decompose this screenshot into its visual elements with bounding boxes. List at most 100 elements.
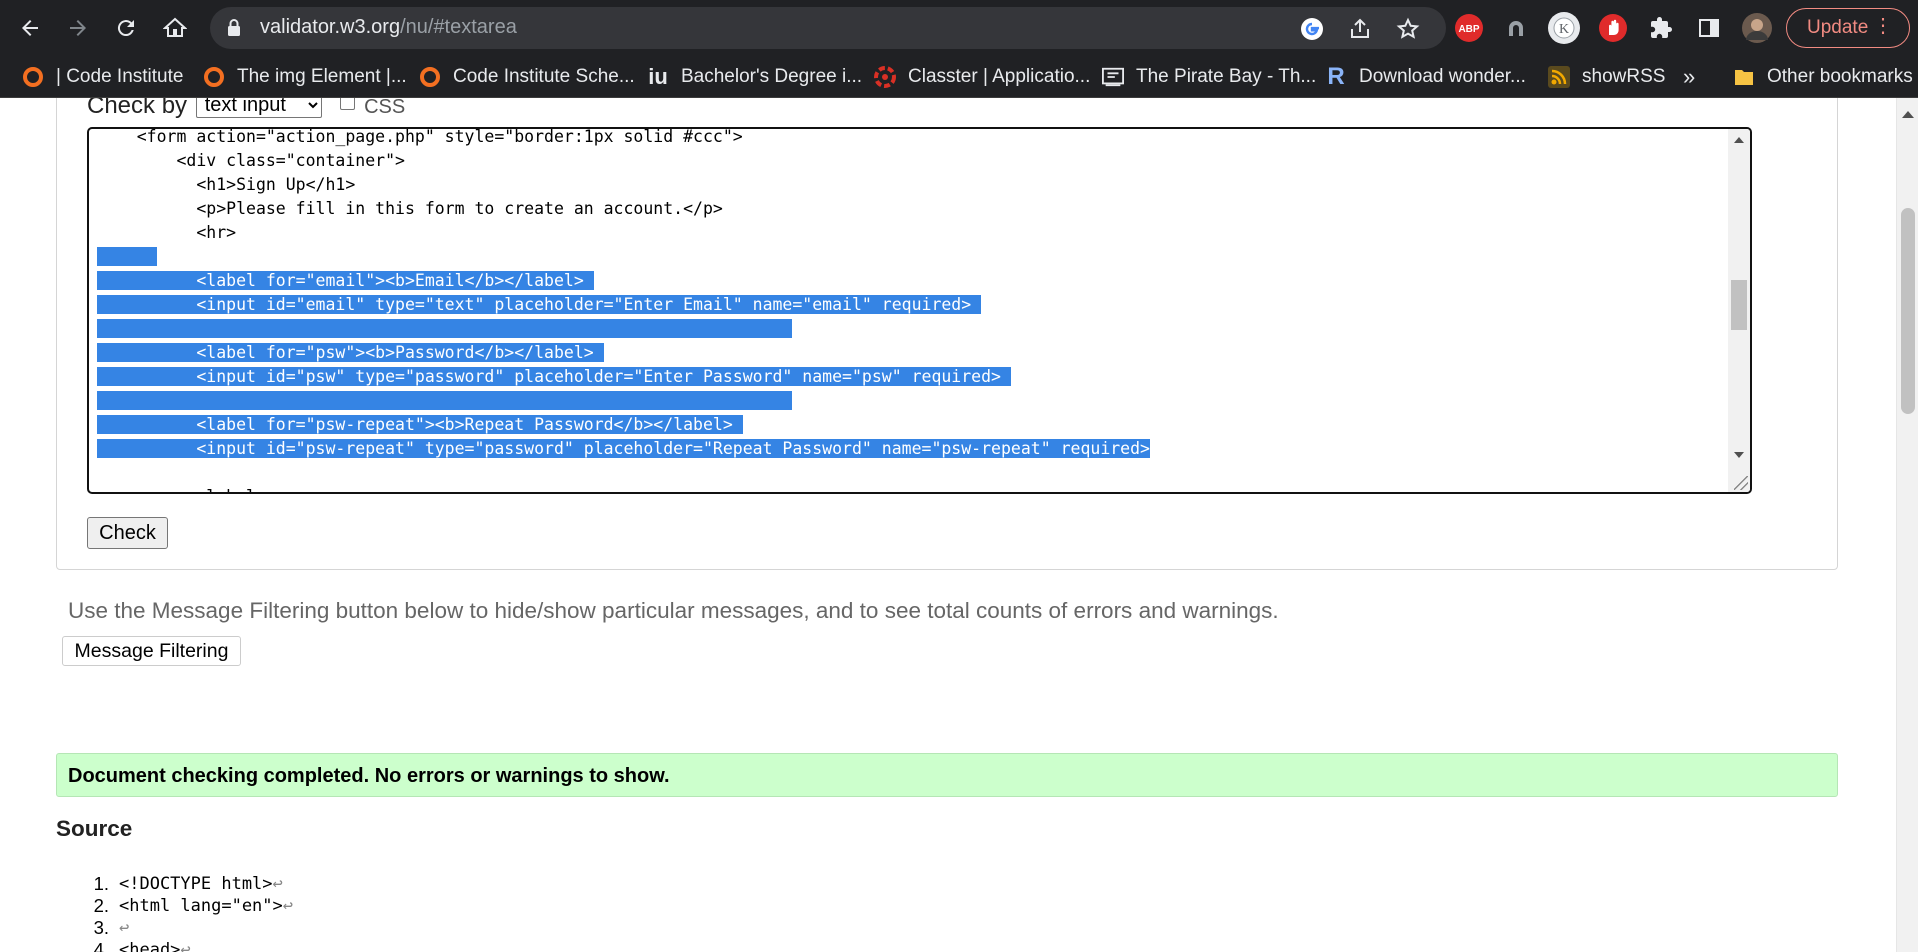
bookmark-pirate-bay[interactable]: The Pirate Bay - Th... bbox=[1102, 64, 1316, 90]
textarea-code: <form action="action_page.php" style="bo… bbox=[97, 129, 1150, 492]
source-line-number: 4. bbox=[93, 939, 109, 952]
source-line-text: <!DOCTYPE html> bbox=[119, 874, 273, 894]
forward-icon[interactable] bbox=[58, 8, 98, 48]
bookmark-download-wonder[interactable]: R Download wonder... bbox=[1325, 63, 1526, 90]
source-heading: Source bbox=[56, 816, 133, 841]
adblock-icon[interactable]: ABP bbox=[1450, 9, 1488, 47]
rss-icon bbox=[1548, 66, 1570, 88]
scroll-up-icon[interactable] bbox=[1902, 111, 1914, 118]
bookmark-classter[interactable]: Classter | Applicatio... bbox=[874, 64, 1090, 90]
scroll-down-icon[interactable] bbox=[1734, 452, 1744, 458]
check-button[interactable]: Check bbox=[87, 517, 168, 549]
avatar[interactable] bbox=[1738, 9, 1776, 47]
pirate-bay-icon bbox=[1102, 66, 1124, 88]
puzzle-icon[interactable] bbox=[1642, 9, 1680, 47]
code-line bbox=[97, 389, 1150, 413]
svg-text:ABP: ABP bbox=[1458, 24, 1479, 35]
message-filtering-note: Use the Message Filtering button below t… bbox=[68, 598, 1279, 623]
resize-grip-icon[interactable] bbox=[1734, 476, 1748, 490]
bookmark-bachelors-degree[interactable]: iu Bachelor's Degree i... bbox=[647, 64, 862, 90]
line-return-icon: ↩ bbox=[272, 874, 283, 894]
other-bookmarks[interactable]: Other bookmarks bbox=[1733, 64, 1913, 90]
message-filtering-button[interactable]: Message Filtering bbox=[62, 636, 241, 666]
code-line: <input id="psw" type="password" placehol… bbox=[97, 365, 1150, 389]
share-icon[interactable] bbox=[1346, 15, 1374, 43]
code-line-text: <input id="psw-repeat" type="password" p… bbox=[97, 439, 1150, 458]
sidepanel-icon[interactable] bbox=[1690, 9, 1728, 47]
browser-toolbar: validator.w3.org/nu/#textarea ABP K Upda… bbox=[0, 0, 1918, 56]
home-icon[interactable] bbox=[155, 8, 195, 48]
code-line: <label> bbox=[97, 485, 1150, 492]
code-line: <p>Please fill in this form to create an… bbox=[97, 197, 1150, 221]
classter-icon bbox=[874, 66, 896, 88]
code-institute-icon bbox=[203, 66, 225, 88]
line-return-icon: ↩ bbox=[282, 896, 294, 916]
code-line-text: <label for="psw-repeat"><b>Repeat Passwo… bbox=[97, 415, 743, 434]
google-icon[interactable] bbox=[1298, 15, 1326, 43]
code-line-text: <hr> bbox=[97, 223, 237, 242]
more-menu-icon[interactable]: ⋮ bbox=[1873, 16, 1893, 36]
check-by-row: Check by text input CSS bbox=[87, 98, 405, 120]
input-mode-select[interactable]: text input bbox=[195, 98, 322, 118]
code-line: <input id="psw-repeat" type="password" p… bbox=[97, 437, 1150, 461]
code-line: <div class="container"> bbox=[97, 149, 1150, 173]
line-return-icon: ↩ bbox=[119, 918, 130, 938]
update-button[interactable]: Update ⋮ bbox=[1786, 8, 1910, 48]
source-line-text: <head> bbox=[119, 940, 181, 952]
code-line: <h1>Sign Up</h1> bbox=[97, 173, 1150, 197]
address-bar[interactable]: validator.w3.org/nu/#textarea bbox=[210, 7, 1446, 49]
code-line bbox=[97, 245, 1150, 269]
code-line-text: <label for="psw"><b>Password</b></label> bbox=[97, 343, 604, 362]
r-icon: R bbox=[1327, 63, 1345, 90]
code-line-text bbox=[97, 247, 157, 266]
code-line-text: <input id="psw" type="password" placehol… bbox=[97, 367, 1011, 386]
source-line: 1. <!DOCTYPE html> ↩ bbox=[70, 873, 293, 895]
stop-hand-icon[interactable] bbox=[1594, 9, 1632, 47]
code-line: <input id="email" type="text" placeholde… bbox=[97, 293, 1150, 317]
success-message: Document checking completed. No errors o… bbox=[56, 753, 1838, 797]
back-icon[interactable] bbox=[10, 8, 50, 48]
code-line-text: <div class="container"> bbox=[97, 151, 405, 170]
source-line-number: 1. bbox=[93, 873, 109, 894]
lock-icon[interactable] bbox=[226, 18, 242, 43]
url-text[interactable]: validator.w3.org/nu/#textarea bbox=[260, 16, 517, 39]
code-line-text: <label> bbox=[97, 487, 266, 492]
source-textarea[interactable]: <form action="action_page.php" style="bo… bbox=[87, 127, 1752, 494]
bookmarks-bar: | Code Institute The img Element |... Co… bbox=[0, 56, 1918, 98]
bookmark-img-element[interactable]: The img Element |... bbox=[203, 64, 407, 90]
bookmarks-overflow-button[interactable]: » bbox=[1683, 64, 1695, 90]
source-line-text: <html lang="en"> bbox=[119, 896, 283, 916]
bookmark-showrss[interactable]: showRSS bbox=[1548, 64, 1665, 90]
css-checkbox[interactable] bbox=[340, 98, 356, 110]
profile-ext-icon[interactable]: K bbox=[1545, 9, 1583, 47]
bookmark-code-institute-schedule[interactable]: Code Institute Sche... bbox=[419, 64, 635, 90]
reload-icon[interactable] bbox=[106, 8, 146, 48]
code-line: <label for="psw-repeat"><b>Repeat Passwo… bbox=[97, 413, 1150, 437]
scroll-up-icon[interactable] bbox=[1734, 137, 1744, 143]
code-institute-icon bbox=[22, 66, 44, 88]
textarea-scroll-thumb[interactable] bbox=[1731, 280, 1747, 330]
magnet-icon[interactable] bbox=[1497, 9, 1535, 47]
star-icon[interactable] bbox=[1394, 15, 1422, 43]
page-scroll-thumb[interactable] bbox=[1901, 208, 1915, 414]
line-return-icon: ↩ bbox=[180, 940, 191, 952]
code-line-text bbox=[97, 391, 793, 410]
code-line: <label for="email"><b>Email</b></label> bbox=[97, 269, 1150, 293]
code-institute-icon bbox=[419, 66, 441, 88]
bookmark-code-institute[interactable]: | Code Institute bbox=[22, 64, 183, 90]
textarea-scrollbar[interactable] bbox=[1728, 129, 1750, 492]
code-line-text: <h1>Sign Up</h1> bbox=[97, 175, 356, 194]
source-line: 4. <head> ↩ bbox=[70, 939, 293, 952]
iu-icon: iu bbox=[648, 64, 668, 89]
code-line: <hr> bbox=[97, 221, 1150, 245]
source-line-number: 3. bbox=[93, 917, 109, 938]
page-content: Check by text input CSS <form action="ac… bbox=[0, 98, 1896, 952]
code-line bbox=[97, 317, 1150, 341]
source-line: 3. ↩ bbox=[70, 917, 293, 939]
source-listing: 1. <!DOCTYPE html> ↩ 2. <html lang="en"> ↩ 3. ↩… bbox=[70, 873, 293, 952]
css-label: CSS bbox=[364, 98, 406, 118]
code-line-text: <p>Please fill in this form to create an… bbox=[97, 199, 723, 218]
source-line: 2. <html lang="en"> ↩ bbox=[70, 895, 293, 917]
page-scrollbar[interactable] bbox=[1896, 98, 1918, 952]
code-line: <form action="action_page.php" style="bo… bbox=[97, 129, 1150, 149]
